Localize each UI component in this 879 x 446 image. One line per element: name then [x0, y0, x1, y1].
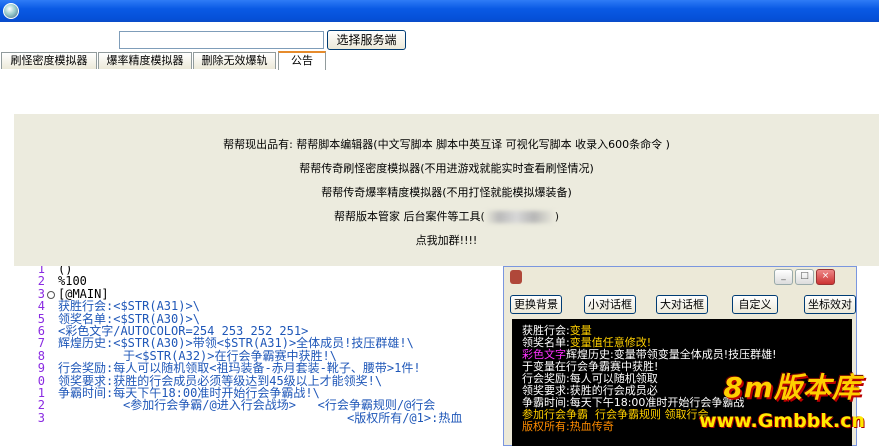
window-titlebar	[0, 0, 879, 22]
custom-button[interactable]: 自定义	[732, 295, 778, 314]
promo-line-version-manager-text: 帮帮版本管家 后台案件等工具(	[333, 210, 485, 223]
tab-announcement[interactable]: 公告	[278, 51, 326, 70]
promo-line-version-manager: 帮帮版本管家 后台案件等工具()	[14, 208, 879, 224]
line-number: 4	[37, 299, 45, 314]
promo-line-version-manager-close: )	[554, 210, 560, 223]
line-number: 7	[37, 336, 45, 351]
minimize-icon[interactable]: _	[774, 269, 793, 285]
preview-titlebar: _ □ ×	[504, 267, 856, 289]
code-line: 获胜行会:<$STR(A31)>\	[58, 299, 200, 314]
promo-panel: 帮帮现出品有: 帮帮脚本编辑器(中文写脚本 脚本中英互译 可视化写脚本 收录入6…	[14, 114, 879, 266]
promo-line-spawn-simulator: 帮帮传奇刷怪密度模拟器(不用进游戏就能实时查看刷怪情况)	[299, 162, 594, 175]
code-line: <参加行会争霸/@进入行会战场> <行会争霸规则/@行会	[58, 398, 436, 413]
code-line: %100	[58, 274, 87, 289]
preview-app-icon	[510, 270, 522, 284]
server-path-input[interactable]	[119, 31, 324, 49]
close-icon[interactable]: ×	[816, 269, 835, 285]
preview-row: 版权所有:热血传奇	[522, 420, 614, 433]
redacted-contact	[484, 211, 555, 223]
select-server-button[interactable]: 选择服务端	[327, 30, 406, 50]
maximize-icon[interactable]: □	[795, 269, 814, 285]
watermark-logo: 8m版本库	[723, 371, 861, 404]
code-line: 行会奖励:每人可以随机领取<祖玛装备-赤月套装-靴子、腰带>1件!	[58, 361, 421, 376]
app-icon	[3, 3, 19, 19]
blank-area	[0, 70, 879, 114]
promo-line-drop-simulator: 帮帮传奇爆率精度模拟器(不用打怪就能模拟爆装备)	[321, 186, 572, 199]
promo-line-products: 帮帮现出品有: 帮帮脚本编辑器(中文写脚本 脚本中英互译 可视化写脚本 收录入6…	[223, 138, 670, 151]
join-group-link[interactable]: 点我加群!!!!	[14, 232, 879, 248]
toolbar: 选择服务端 刷怪密度模拟器 爆率精度模拟器 删除无效爆轨 公告	[0, 22, 879, 70]
tab-spawn-density-simulator[interactable]: 刷怪密度模拟器	[1, 52, 97, 69]
line-number: 2	[37, 274, 45, 289]
large-dialog-button[interactable]: 大对话框	[656, 295, 708, 314]
watermark-url: www.Gmbbk.cn	[699, 410, 865, 432]
change-background-button[interactable]: 更换背景	[510, 295, 562, 314]
code-line: 辉煌历史:<$STR(A30)>带领<$STR(A31)>全体成员!技压群雄!\	[58, 336, 414, 351]
small-dialog-button[interactable]: 小对话框	[584, 295, 636, 314]
tab-drop-rate-simulator[interactable]: 爆率精度模拟器	[98, 52, 192, 69]
code-line: <版权所有/@1>:热血	[58, 410, 463, 425]
line-number: 9	[37, 361, 45, 376]
line-number: 3	[37, 410, 45, 425]
fold-marker-icon[interactable]	[47, 291, 55, 299]
line-number: 2	[37, 398, 45, 413]
calibrate-coords-button[interactable]: 坐标效对	[804, 295, 856, 314]
tab-delete-invalid-drops[interactable]: 删除无效爆轨	[193, 52, 276, 69]
